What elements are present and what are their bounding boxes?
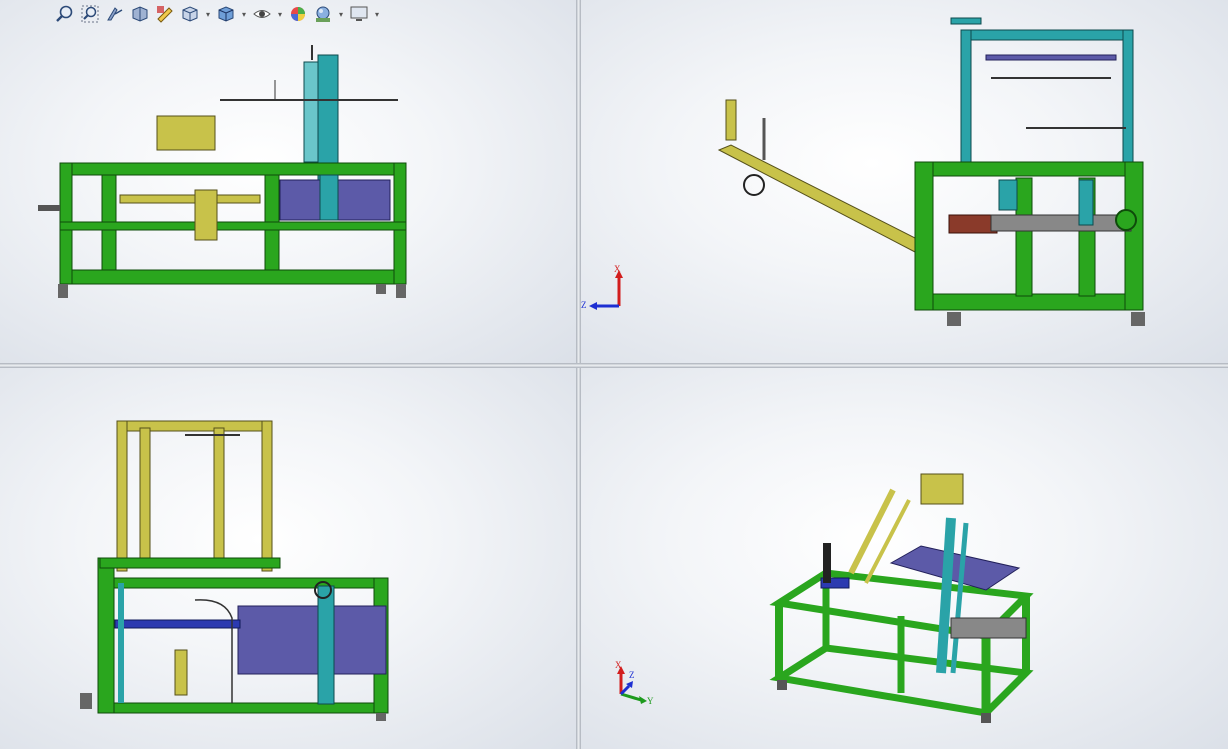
machine-right-view [717,17,1145,326]
section-view-icon[interactable] [129,3,151,25]
machine-top-view [80,420,389,721]
viewport-front[interactable] [0,0,576,363]
zoom-to-fit-icon[interactable] [54,3,76,25]
viewport-isometric[interactable]: X Z Y [581,368,1228,749]
zoom-to-area-icon[interactable] [79,3,101,25]
apply-scene-icon[interactable] [312,3,334,25]
axis-triad-arrows [589,270,623,310]
display-style-dropdown[interactable]: ▾ [204,3,212,25]
edit-appearance-icon[interactable] [287,3,309,25]
view-orientation-icon[interactable] [154,3,176,25]
view-settings-dropdown[interactable]: ▾ [373,3,381,25]
axis-z-label: Z [581,300,587,310]
heads-up-view-toolbar: ▾ ▾ ▾ ▾ ▾ [54,3,381,25]
hide-show-items-icon[interactable] [215,3,237,25]
viewport-splitter-vertical[interactable] [576,0,581,749]
viewport-splitter-horizontal[interactable] [0,363,1228,368]
eye-icon[interactable] [251,3,273,25]
axis-x-label: X [614,264,621,274]
axis-triad-iso: X Z Y [607,660,659,710]
axis-y-label: Y [647,696,654,706]
axis-x-label: X [615,660,622,670]
view-settings-icon[interactable] [348,3,370,25]
machine-isometric-view [769,473,1034,723]
previous-view-icon[interactable] [104,3,126,25]
viewport-right[interactable]: X Z [581,0,1228,363]
scene-dropdown[interactable]: ▾ [337,3,345,25]
hide-show-dropdown[interactable]: ▾ [276,3,284,25]
display-style-icon[interactable] [179,3,201,25]
view-orientation-dropdown[interactable]: ▾ [240,3,248,25]
machine-front-view [38,45,407,298]
viewport-top[interactable] [0,368,576,749]
axis-z-label: Z [629,670,635,680]
axis-triad: X Z [581,260,629,318]
